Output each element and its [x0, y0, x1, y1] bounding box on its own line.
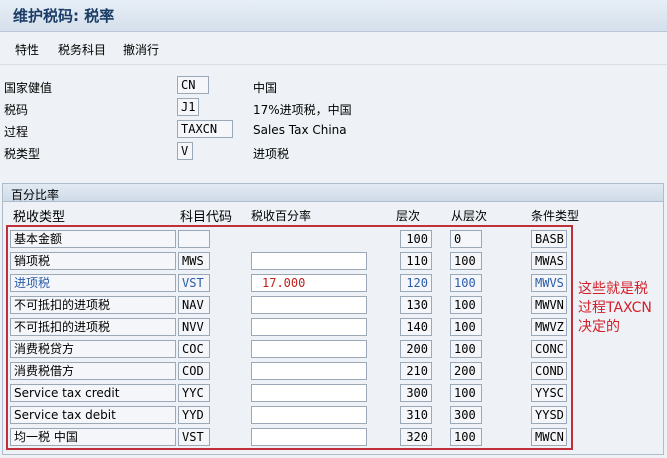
application-toolbar: 特性 税务科目 撤消行	[0, 32, 667, 65]
col-header-condition-type: 条件类型	[531, 209, 580, 223]
col-header-rate: 税收百分率	[251, 209, 312, 223]
country-field[interactable]: CN	[177, 76, 209, 94]
annotation-line: 决定的	[578, 319, 620, 335]
country-row: 国家健值 CN 中国	[0, 75, 667, 95]
annotation-note: 这些就是税 过程TAXCN 决定的	[578, 280, 664, 337]
properties-button[interactable]: 特性	[15, 41, 39, 58]
procedure-field[interactable]: TAXCN	[177, 120, 233, 138]
panel-title: 百分比率	[3, 184, 663, 202]
tax-accounts-button[interactable]: 税务科目	[58, 41, 106, 58]
tax-code-desc: 17%进项税，中国	[253, 103, 352, 117]
col-header-level: 层次	[396, 209, 421, 223]
tax-code-label: 税码	[4, 103, 29, 117]
tax-type-desc: 进项税	[253, 147, 290, 161]
tax-code-row: 税码 J1 17%进项税，中国	[0, 97, 667, 117]
delete-row-button[interactable]: 撤消行	[123, 41, 159, 58]
country-desc: 中国	[253, 81, 278, 95]
annotation-line: 这些就是税	[578, 281, 648, 297]
tax-type-label: 税类型	[4, 147, 41, 161]
col-header-tax-type: 税收类型	[13, 210, 66, 225]
col-header-account: 科目代码	[180, 210, 233, 225]
tax-type-field[interactable]: V	[177, 142, 193, 160]
procedure-desc: Sales Tax China	[253, 123, 347, 137]
country-label: 国家健值	[4, 81, 53, 95]
tax-type-row: 税类型 V 进项税	[0, 141, 667, 161]
window-title: 维护税码: 税率	[13, 7, 115, 25]
tax-code-field[interactable]: J1	[177, 98, 199, 116]
procedure-row: 过程 TAXCN Sales Tax China	[0, 119, 667, 139]
annotation-line: 过程TAXCN	[578, 300, 652, 316]
title-bar: 维护税码: 税率	[0, 0, 667, 32]
procedure-label: 过程	[4, 125, 29, 139]
highlight-box	[6, 225, 573, 450]
col-header-from-level: 从层次	[451, 209, 488, 223]
